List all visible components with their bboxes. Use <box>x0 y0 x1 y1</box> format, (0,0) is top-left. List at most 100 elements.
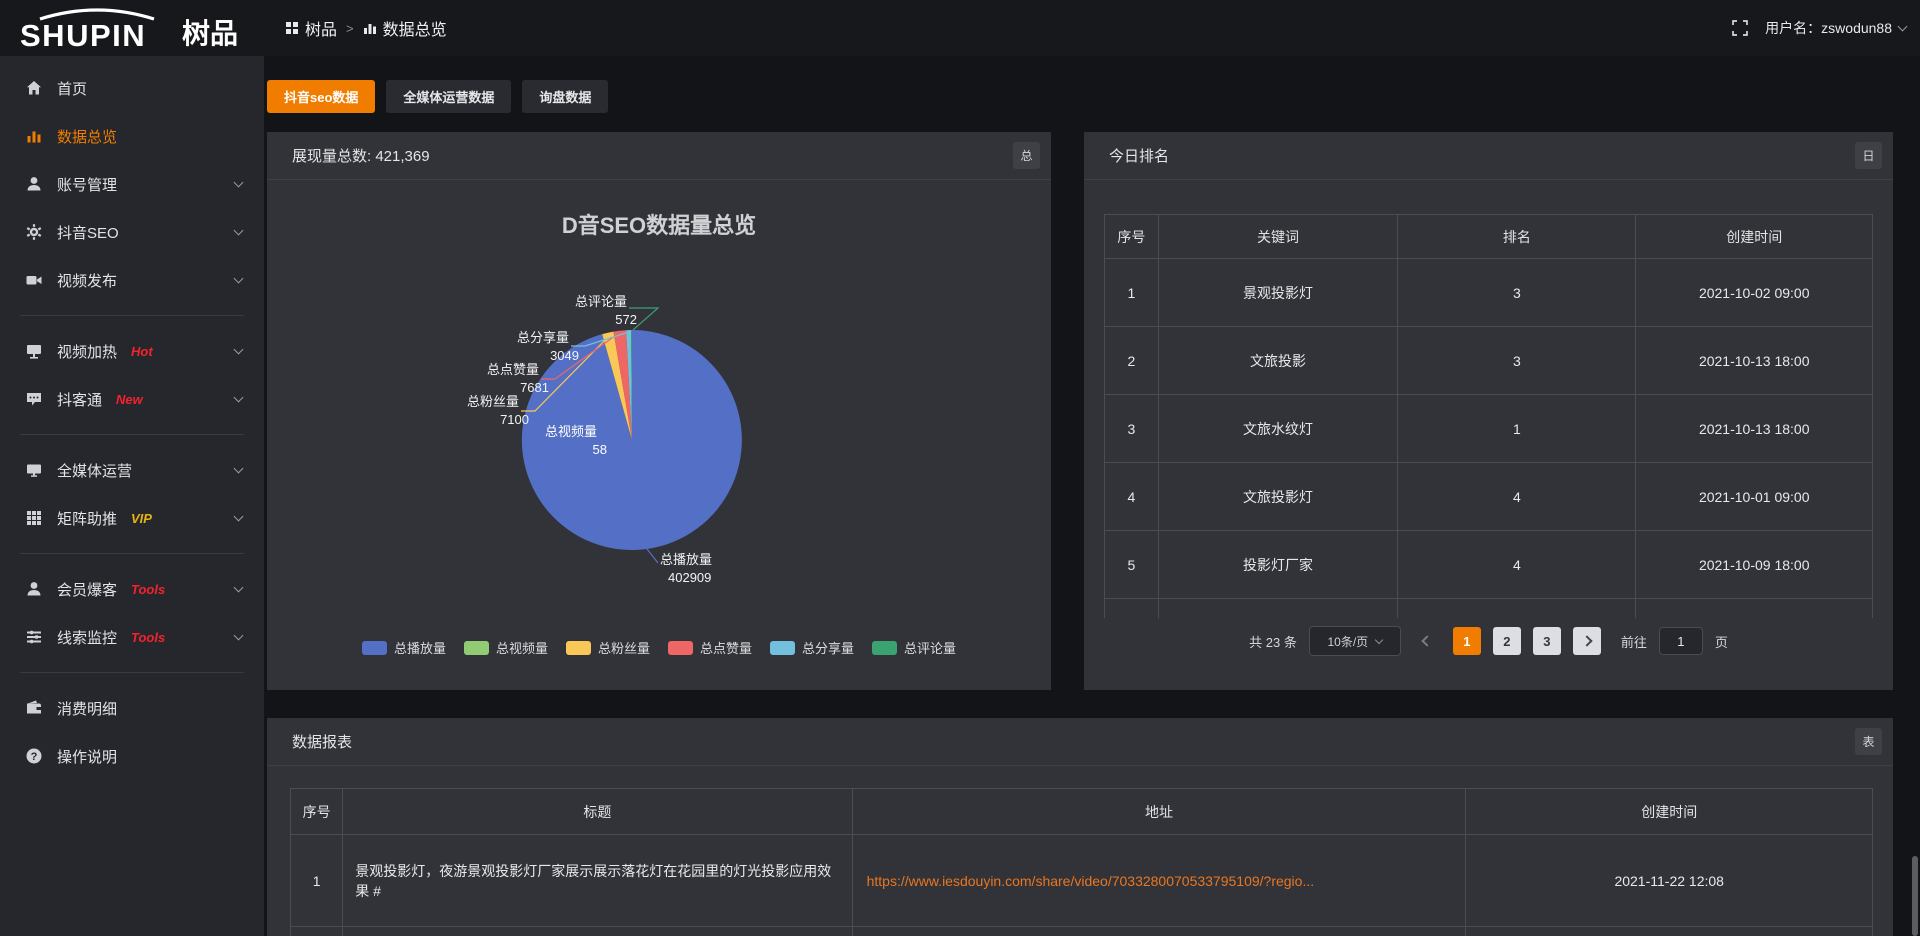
sliders-icon <box>24 627 44 647</box>
legend-item-总分享量[interactable]: 总分享量 <box>770 638 854 657</box>
monitor-icon <box>24 460 44 480</box>
page-size-select[interactable]: 10条/页 <box>1309 626 1401 656</box>
legend-label: 总播放量 <box>394 638 446 657</box>
report-url-link[interactable]: https://www.iesdouyin.com/share/video/70… <box>852 835 1466 927</box>
videocam-icon <box>25 271 43 289</box>
chart-small-icon <box>363 21 377 35</box>
page-scrollbar[interactable] <box>1912 856 1918 936</box>
fullscreen-icon[interactable] <box>1731 19 1749 37</box>
ranking-panel-header: 今日排名 日 <box>1084 132 1893 180</box>
sidebar-item-question[interactable]: ?操作说明 <box>0 732 264 780</box>
sidebar-item-screen[interactable]: 视频加热Hot <box>0 327 264 375</box>
user-icon <box>24 579 44 599</box>
tab-全媒体运营数据[interactable]: 全媒体运营数据 <box>386 80 511 113</box>
table-cell: 2021-10-02 09:00 <box>1636 259 1873 327</box>
monitor-icon <box>25 461 43 479</box>
table-cell: 投影灯厂家 <box>1158 531 1398 599</box>
tab-询盘数据[interactable]: 询盘数据 <box>522 80 608 113</box>
table-row: 1景观投影灯32021-10-02 09:00 <box>1105 259 1873 327</box>
legend-swatch <box>770 641 795 655</box>
sidebar-item-grid[interactable]: 矩阵助推VIP <box>0 494 264 542</box>
username-label: 用户名：zswodun88 <box>1765 18 1892 38</box>
report-index-cell: 1 <box>291 835 343 927</box>
pie-label-value: 402909 <box>668 570 711 585</box>
sidebar-item-label: 会员爆客 <box>57 579 117 600</box>
sidebar-item-label: 首页 <box>57 78 87 99</box>
pie-label-value: 3049 <box>550 348 579 363</box>
table-cell <box>1398 599 1636 619</box>
legend-item-总视频量[interactable]: 总视频量 <box>464 638 548 657</box>
ranking-column-header: 排名 <box>1398 215 1636 259</box>
table-cell <box>1105 599 1159 619</box>
sidebar-item-videocam[interactable]: 视频发布 <box>0 256 264 304</box>
wallet-icon <box>24 698 44 718</box>
sidebar-item-label: 线索监控 <box>57 627 117 648</box>
table-row <box>1105 599 1873 619</box>
sidebar-item-gear[interactable]: 抖音SEO <box>0 208 264 256</box>
page-button-3[interactable]: 3 <box>1533 627 1561 655</box>
chevron-down-icon <box>1898 21 1908 31</box>
table-cell: 4 <box>1105 463 1159 531</box>
sidebar-item-user[interactable]: 会员爆客 Tools <box>0 565 264 613</box>
user-icon <box>24 174 44 194</box>
legend-swatch <box>464 641 489 655</box>
sidebar-item-tag: Hot <box>131 344 153 359</box>
report-title-cell <box>343 927 852 936</box>
report-badge-button[interactable]: 表 <box>1855 728 1882 755</box>
page-button-2[interactable]: 2 <box>1493 627 1521 655</box>
table-cell: 文旅水纹灯 <box>1158 395 1398 463</box>
tab-抖音seo数据[interactable]: 抖音seo数据 <box>267 80 375 113</box>
goto-page-input[interactable] <box>1659 627 1703 655</box>
chevron-down-icon <box>234 512 244 522</box>
legend-label: 总粉丝量 <box>598 638 650 657</box>
report-table: 序号标题地址创建时间 1景观投影灯，夜游景观投影灯厂家展示展示落花灯在花园里的灯… <box>290 788 1873 936</box>
ranking-table: 序号关键词排名创建时间 1景观投影灯32021-10-02 09:002文旅投影… <box>1104 214 1873 618</box>
sidebar-item-wallet[interactable]: 消费明细 <box>0 684 264 732</box>
sidebar-divider <box>20 553 244 554</box>
gear-icon <box>25 223 43 241</box>
sidebar-item-chat[interactable]: 抖客通New <box>0 375 264 423</box>
next-page-button[interactable] <box>1573 627 1601 655</box>
legend-label: 总分享量 <box>802 638 854 657</box>
legend-swatch <box>362 641 387 655</box>
table-cell: 3 <box>1398 327 1636 395</box>
ranking-table-wrap: 序号关键词排名创建时间 1景观投影灯32021-10-02 09:002文旅投影… <box>1104 214 1873 618</box>
sidebar-item-chart[interactable]: 数据总览 <box>0 112 264 160</box>
sidebar-item-sliders[interactable]: 线索监控Tools <box>0 613 264 661</box>
chart-icon <box>24 126 44 146</box>
table-cell <box>1158 599 1398 619</box>
legend-item-总点赞量[interactable]: 总点赞量 <box>668 638 752 657</box>
sidebar-item-label: 矩阵助推 <box>57 508 117 529</box>
chevron-down-icon <box>234 345 244 355</box>
overview-panel: 展现量总数: 421,369 总 D音SEO数据量总览总播放量402909总视频… <box>267 132 1051 690</box>
user-menu[interactable]: 用户名：zswodun88 <box>1765 18 1906 38</box>
report-created-cell: 2021-11-22 12:08 <box>1466 835 1873 927</box>
table-row: 2文旅投影32021-10-13 18:00 <box>1105 327 1873 395</box>
sidebar-item-user[interactable]: 账号管理 <box>0 160 264 208</box>
breadcrumb-item[interactable]: 数据总览 <box>363 16 447 40</box>
table-row: 4文旅投影灯42021-10-01 09:00 <box>1105 463 1873 531</box>
chevron-down-icon <box>234 393 244 403</box>
legend-item-总播放量[interactable]: 总播放量 <box>362 638 446 657</box>
home-icon <box>24 78 44 98</box>
pie-chart: D音SEO数据量总览总播放量402909总视频量58总粉丝量7100总点赞量76… <box>267 132 1051 632</box>
ranking-badge-button[interactable]: 日 <box>1855 142 1882 169</box>
report-url-link[interactable] <box>852 927 1466 936</box>
prev-page-button[interactable] <box>1413 627 1441 655</box>
grid-icon <box>25 509 43 527</box>
question-icon: ? <box>24 746 44 766</box>
table-row: 3文旅水纹灯12021-10-13 18:00 <box>1105 395 1873 463</box>
breadcrumb-item[interactable]: 树品 <box>285 16 337 40</box>
legend-item-总评论量[interactable]: 总评论量 <box>872 638 956 657</box>
sidebar-item-tag: Tools <box>131 582 165 597</box>
videocam-icon <box>24 270 44 290</box>
sidebar-item-home[interactable]: 首页 <box>0 64 264 112</box>
legend-item-总粉丝量[interactable]: 总粉丝量 <box>566 638 650 657</box>
legend-swatch <box>566 641 591 655</box>
page-button-1[interactable]: 1 <box>1453 627 1481 655</box>
ranking-panel: 今日排名 日 序号关键词排名创建时间 1景观投影灯32021-10-02 09:… <box>1084 132 1893 690</box>
sidebar-divider <box>20 315 244 316</box>
chevron-left-icon <box>1421 635 1432 646</box>
legend-label: 总点赞量 <box>700 638 752 657</box>
sidebar-item-monitor[interactable]: 全媒体运营 <box>0 446 264 494</box>
